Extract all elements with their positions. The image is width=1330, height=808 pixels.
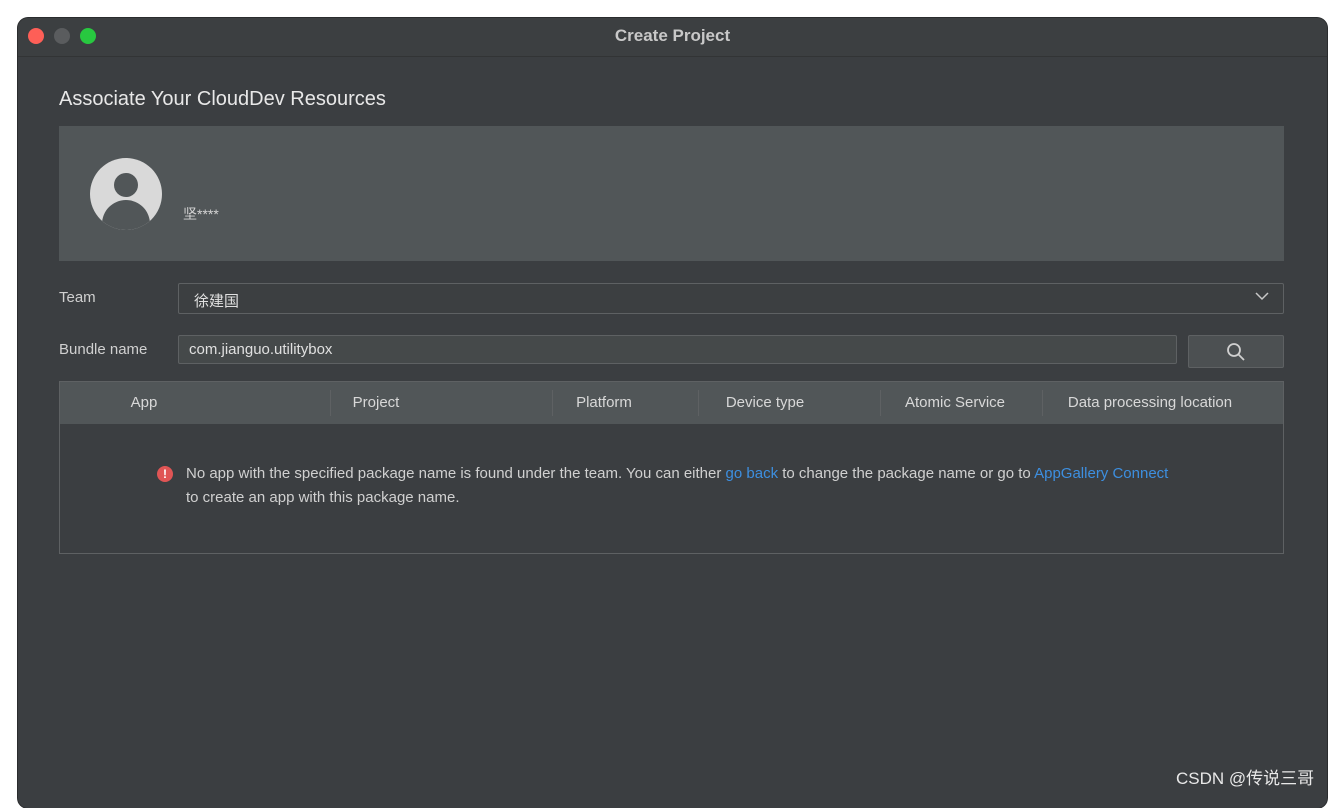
- search-button[interactable]: [1188, 335, 1284, 368]
- bundle-name-label: Bundle name: [59, 341, 148, 358]
- column-header-project: Project: [352, 394, 400, 411]
- title-bar: Create Project: [18, 18, 1327, 57]
- empty-state-message: No app with the specified package name i…: [186, 462, 1176, 510]
- team-select[interactable]: 徐建国: [178, 283, 1284, 314]
- column-header-data-processing-location: Data processing location: [1067, 394, 1233, 411]
- account-panel: 坚****: [59, 126, 1284, 261]
- account-username: 坚****: [183, 206, 219, 222]
- go-back-link[interactable]: go back: [726, 465, 779, 482]
- column-header-device-type: Device type: [725, 394, 805, 411]
- create-project-window: Create Project Associate Your CloudDev R…: [18, 18, 1327, 808]
- avatar-icon: [90, 158, 162, 230]
- app-table: App Project Platform Device type Atomic …: [59, 381, 1284, 554]
- team-selected-value: 徐建国: [194, 293, 240, 310]
- column-header-platform: Platform: [576, 394, 632, 411]
- appgallery-connect-link[interactable]: AppGallery Connect: [1034, 465, 1168, 482]
- watermark: CSDN @传说三哥: [1176, 769, 1315, 788]
- page-heading: Associate Your CloudDev Resources: [59, 88, 386, 110]
- message-text-1: No app with the specified package name i…: [186, 465, 726, 482]
- error-icon: !: [157, 466, 173, 482]
- team-label: Team: [59, 289, 96, 306]
- message-text-2: to change the package name or go to: [778, 465, 1035, 482]
- search-icon: [1227, 343, 1245, 361]
- table-header: App Project Platform Device type Atomic …: [60, 382, 1283, 424]
- column-header-app: App: [130, 394, 158, 411]
- chevron-down-icon: [1255, 292, 1269, 301]
- column-header-atomic-service: Atomic Service: [904, 394, 1006, 411]
- bundle-name-input[interactable]: [178, 335, 1177, 364]
- window-title: Create Project: [614, 26, 731, 45]
- message-text-3: to create an app with this package name.: [186, 489, 460, 506]
